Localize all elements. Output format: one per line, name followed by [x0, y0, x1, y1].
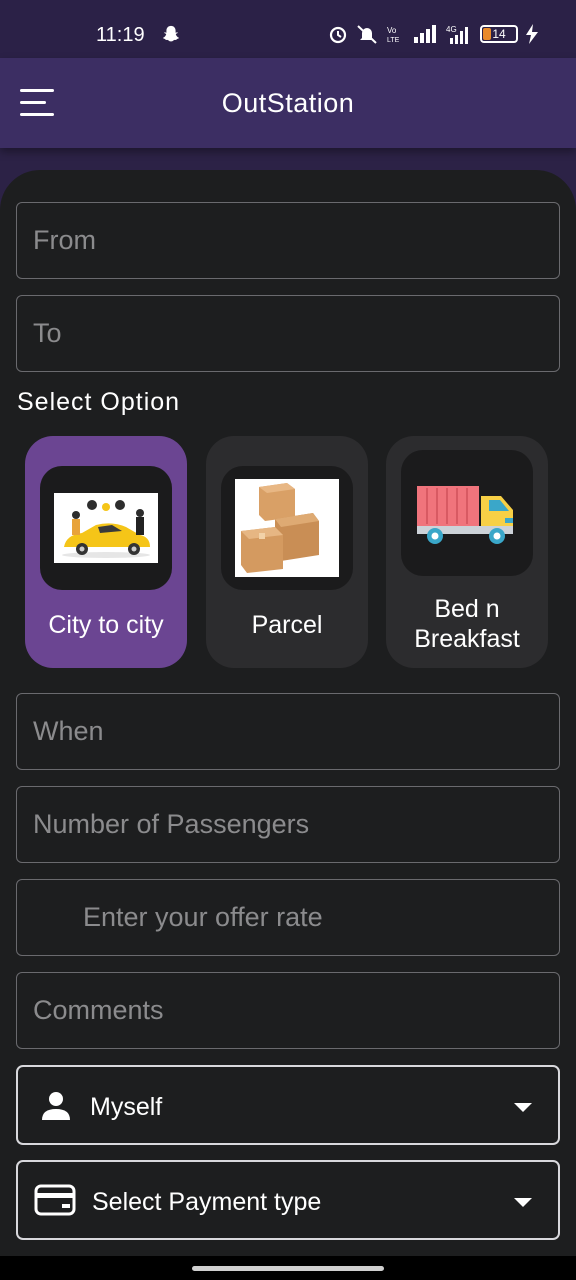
- charging-icon: [526, 24, 538, 44]
- battery-icon: 14: [480, 25, 518, 43]
- volte-icon: Vo LTE: [387, 26, 400, 44]
- status-icons: Vo LTE 4G 14: [328, 24, 538, 44]
- status-time: 11:19: [96, 24, 145, 46]
- payment-type-select[interactable]: Select Payment type: [16, 1160, 560, 1240]
- option-bed-n-breakfast[interactable]: Bed n Breakfast: [386, 436, 548, 668]
- when-placeholder: When: [33, 716, 104, 746]
- alarm-icon: [329, 26, 347, 44]
- from-input[interactable]: From: [16, 202, 560, 279]
- offer-rate-placeholder: Enter your offer rate: [83, 902, 323, 932]
- option-label: Parcel: [251, 611, 323, 639]
- battery-level: 14: [492, 27, 506, 41]
- page-title: OutStation: [221, 88, 355, 118]
- option-label-line1: Bed n: [434, 595, 500, 623]
- chevron-down-icon: [514, 1198, 532, 1207]
- to-placeholder: To: [33, 318, 62, 348]
- truck-icon: [417, 486, 513, 544]
- payment-select-value: Select Payment type: [92, 1188, 322, 1216]
- credit-card-icon: [34, 1184, 76, 1216]
- app-bar: OutStation: [0, 58, 576, 148]
- parcel-boxes-image: [235, 479, 339, 577]
- option-thumb: [221, 466, 353, 590]
- svg-text:4G: 4G: [446, 25, 457, 34]
- chevron-down-icon: [514, 1103, 532, 1112]
- svg-text:LTE: LTE: [387, 37, 400, 44]
- snapchat-icon: [162, 25, 180, 42]
- svg-text:Vo: Vo: [387, 26, 397, 35]
- option-parcel[interactable]: Parcel: [206, 436, 368, 668]
- option-label: City to city: [48, 611, 164, 639]
- option-label-line2: Breakfast: [414, 625, 520, 653]
- to-input[interactable]: To: [16, 295, 560, 372]
- option-city-to-city[interactable]: City to city: [25, 436, 187, 668]
- option-thumb: [401, 450, 533, 576]
- system-nav-bar: [0, 1256, 576, 1280]
- signal-4g-icon: 4G: [446, 25, 468, 44]
- offer-rate-input[interactable]: Enter your offer rate: [16, 879, 560, 956]
- signal-icon: [414, 25, 436, 43]
- when-input[interactable]: When: [16, 693, 560, 770]
- home-indicator[interactable]: [192, 1266, 384, 1271]
- select-option-heading: Select Option: [17, 388, 181, 416]
- taxi-image: [54, 493, 158, 563]
- from-placeholder: From: [33, 225, 96, 255]
- status-bar: 11:19 Vo LTE 4G 14: [0, 0, 576, 58]
- passengers-placeholder: Number of Passengers: [33, 809, 310, 839]
- option-label: Bed n Breakfast: [386, 594, 548, 654]
- option-thumb: [40, 466, 172, 590]
- mute-icon: [357, 25, 377, 44]
- comments-input[interactable]: Comments: [16, 972, 560, 1049]
- comments-placeholder: Comments: [33, 995, 164, 1025]
- passengers-input[interactable]: Number of Passengers: [16, 786, 560, 863]
- person-icon: [42, 1092, 70, 1120]
- passenger-select[interactable]: Myself: [16, 1065, 560, 1145]
- passenger-select-value: Myself: [90, 1093, 163, 1121]
